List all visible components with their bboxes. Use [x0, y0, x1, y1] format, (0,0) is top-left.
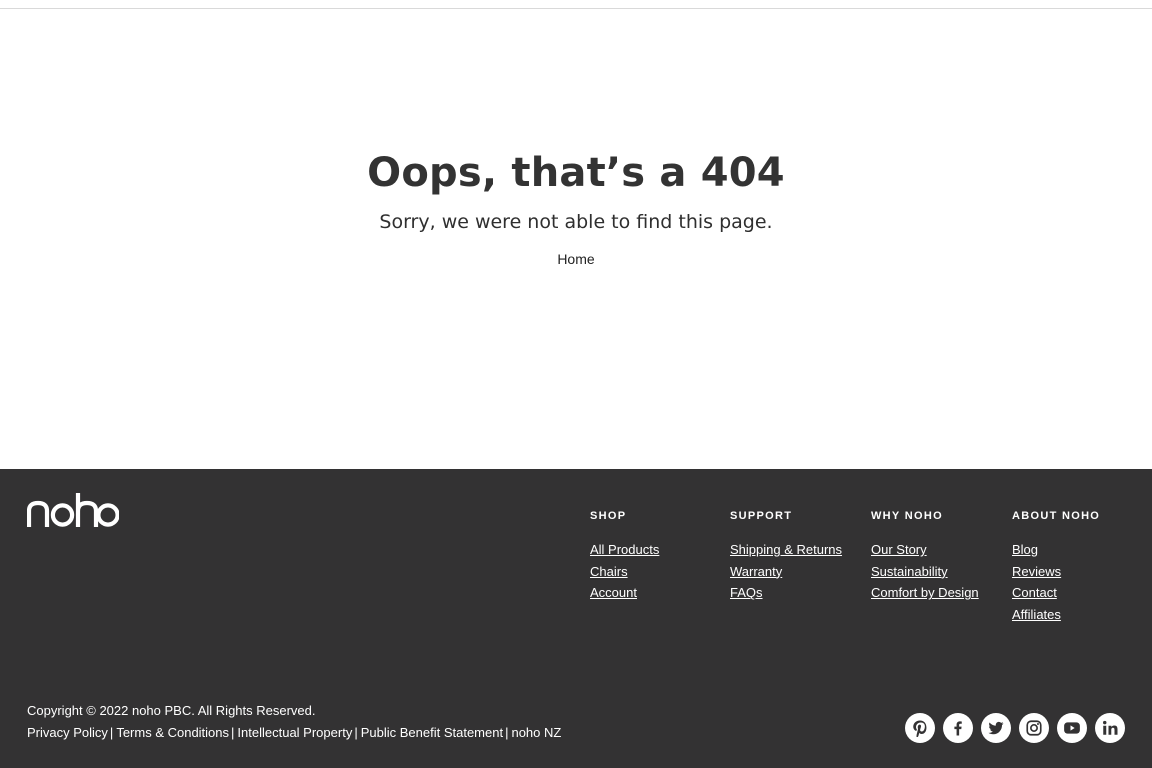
footer-column-support: SUPPORT Shipping & Returns Warranty FAQs: [730, 510, 842, 604]
footer-link-blog[interactable]: Blog: [1012, 539, 1100, 561]
footer-heading: SUPPORT: [730, 510, 793, 522]
footer-link-contact[interactable]: Contact: [1012, 582, 1100, 604]
separator: |: [231, 725, 235, 740]
copyright-text: Copyright © 2022 noho PBC. All Rights Re…: [27, 703, 316, 718]
footer-link-warranty[interactable]: Warranty: [730, 561, 842, 583]
footer-link-affiliates[interactable]: Affiliates: [1012, 604, 1100, 626]
footer-link-reviews[interactable]: Reviews: [1012, 561, 1100, 583]
home-link[interactable]: Home: [526, 251, 626, 267]
noho-logo-mark: [26, 493, 120, 527]
separator: |: [109, 725, 114, 740]
footer-link-chairs[interactable]: Chairs: [590, 561, 659, 583]
main-content: Oops, that’s a 404 Sorry, we were not ab…: [0, 9, 1152, 469]
terms-conditions-link[interactable]: Terms & Conditions: [116, 725, 229, 740]
social-links: [905, 713, 1125, 743]
footer-link-all-products[interactable]: All Products: [590, 539, 659, 561]
linkedin-icon[interactable]: [1095, 713, 1125, 743]
separator: |: [354, 725, 358, 740]
noho-nz-link[interactable]: noho NZ: [511, 725, 561, 740]
public-benefit-statement-link[interactable]: Public Benefit Statement: [361, 725, 503, 740]
separator: |: [505, 725, 509, 740]
footer-link-faqs[interactable]: FAQs: [730, 582, 842, 604]
footer-link-our-story[interactable]: Our Story: [871, 539, 979, 561]
youtube-icon[interactable]: [1057, 713, 1087, 743]
instagram-icon[interactable]: [1019, 713, 1049, 743]
site-footer: SHOP All Products Chairs Account SUPPORT…: [0, 469, 1152, 768]
footer-heading: ABOUT NOHO: [1012, 510, 1101, 522]
footer-link-shipping-returns[interactable]: Shipping & Returns: [730, 539, 842, 561]
footer-link-sustainability[interactable]: Sustainability: [871, 561, 979, 583]
twitter-icon[interactable]: [981, 713, 1011, 743]
footer-link-comfort-by-design[interactable]: Comfort by Design: [871, 582, 979, 604]
footer-link-account[interactable]: Account: [590, 582, 659, 604]
intellectual-property-link[interactable]: Intellectual Property: [237, 725, 352, 740]
privacy-policy-link[interactable]: Privacy Policy: [27, 725, 108, 740]
footer-heading: WHY NOHO: [871, 510, 943, 522]
page-title: Oops, that’s a 404: [367, 150, 785, 196]
legal-links: Privacy Policy | Terms & Conditions | Intell…: [27, 725, 561, 740]
facebook-icon[interactable]: [943, 713, 973, 743]
noho-logo[interactable]: [26, 493, 120, 529]
footer-column-shop: SHOP All Products Chairs Account: [590, 510, 659, 604]
footer-column-why-noho: WHY NOHO Our Story Sustainability Comfor…: [871, 510, 979, 604]
pinterest-icon[interactable]: [905, 713, 935, 743]
footer-column-about-noho: ABOUT NOHO Blog Reviews Contact Affiliat…: [1012, 510, 1100, 626]
error-message: Sorry, we were not able to find this pag…: [379, 211, 773, 233]
footer-heading: SHOP: [590, 510, 627, 522]
header-bar: [0, 0, 1152, 9]
